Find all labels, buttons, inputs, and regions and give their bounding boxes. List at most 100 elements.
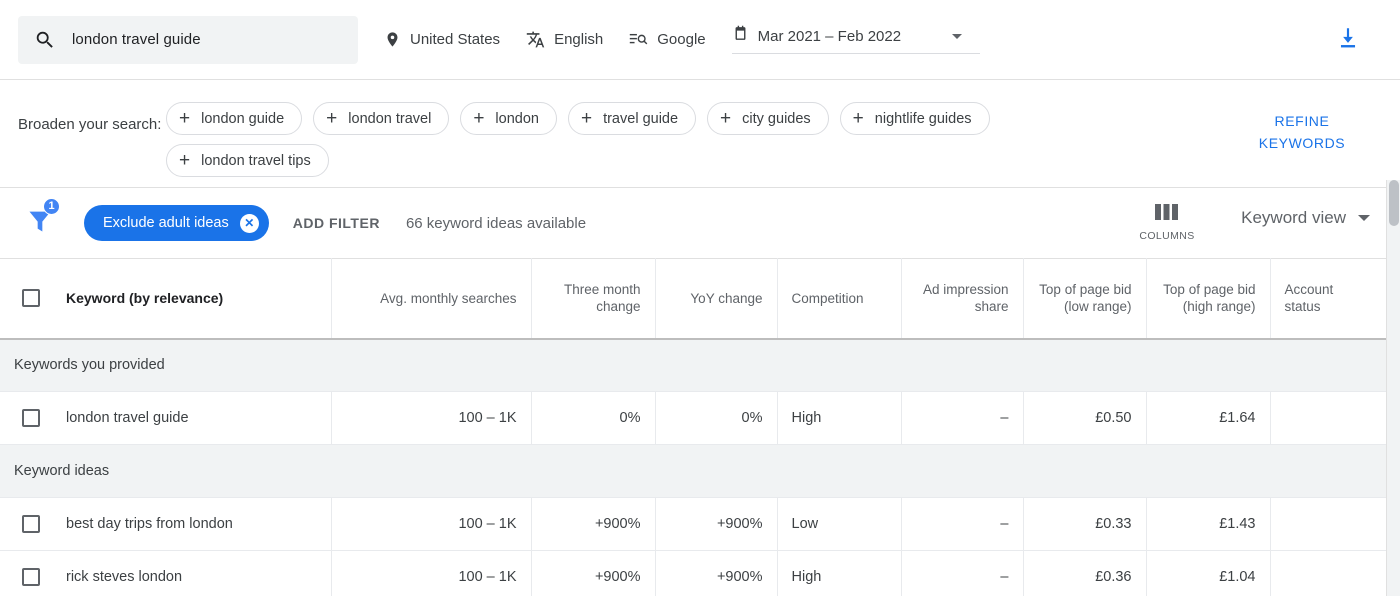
broaden-chip-label: london (495, 110, 539, 127)
top-search-bar: london travel guide United States Englis… (0, 0, 1400, 80)
cell-yoy-change: +900% (655, 497, 778, 551)
search-input[interactable]: london travel guide (18, 15, 358, 64)
add-filter-button[interactable]: ADD FILTER (293, 215, 380, 231)
cell-bid-low: £0.50 (1023, 391, 1147, 445)
column-header-avg-monthly-searches[interactable]: Avg. monthly searches (331, 258, 532, 340)
table-row[interactable]: rick steves london 100 – 1K +900% +900% … (0, 550, 1386, 596)
cell-keyword: rick steves london (0, 550, 332, 596)
broaden-chip[interactable]: + city guides (707, 102, 829, 135)
broaden-chip[interactable]: + london (460, 102, 557, 135)
broaden-chip-label: london guide (201, 110, 285, 127)
keyword-view-label: Keyword view (1241, 208, 1346, 227)
column-header-keyword[interactable]: Keyword (by relevance) (0, 258, 332, 340)
broaden-chip-label: travel guide (603, 110, 679, 127)
date-range-selector[interactable]: Mar 2021 – Feb 2022 (731, 21, 980, 58)
network-selector[interactable]: Google (629, 30, 706, 49)
date-range-label: Mar 2021 – Feb 2022 (757, 27, 902, 45)
broaden-chip-label: london travel tips (201, 152, 311, 169)
cell-bid-high: £1.04 (1146, 550, 1271, 596)
column-header-bid-high[interactable]: Top of page bid (high range) (1146, 258, 1271, 340)
calendar-icon (732, 25, 749, 47)
column-header-three-month-change[interactable]: Three month change (531, 258, 656, 340)
close-icon[interactable]: ✕ (239, 213, 259, 233)
keyword-label: london travel guide (66, 410, 189, 426)
cell-competition: High (777, 391, 902, 445)
broaden-chip[interactable]: + london travel tips (166, 144, 329, 177)
group-title-keyword-ideas: Keyword ideas (0, 444, 1386, 498)
column-header-ad-impression-share[interactable]: Ad impression share (901, 258, 1024, 340)
cell-three-month-change: 0% (531, 391, 656, 445)
location-pin-icon (384, 31, 401, 48)
broaden-chip-label: london travel (348, 110, 432, 127)
columns-label: COLUMNS (1139, 230, 1195, 242)
column-header-bid-low[interactable]: Top of page bid (low range) (1023, 258, 1147, 340)
column-header-keyword-label: Keyword (by relevance) (66, 289, 224, 306)
download-button[interactable] (1330, 22, 1366, 58)
columns-icon (1130, 202, 1204, 222)
cell-yoy-change: +900% (655, 550, 778, 596)
scrollbar-thumb[interactable] (1389, 180, 1399, 226)
filter-bar: 1 Exclude adult ideas ✕ ADD FILTER 66 ke… (0, 188, 1400, 258)
language-selector[interactable]: English (526, 30, 603, 49)
table-row[interactable]: best day trips from london 100 – 1K +900… (0, 497, 1386, 551)
broaden-chip[interactable]: + travel guide (567, 102, 697, 135)
keyword-table-container: Keyword (by relevance) Avg. monthly sear… (0, 258, 1400, 596)
broaden-search-label: Broaden your search: (18, 116, 162, 133)
cell-keyword: london travel guide (0, 391, 332, 445)
broaden-chip[interactable]: + london guide (166, 102, 303, 135)
table-group-header: Keywords you provided (0, 338, 1386, 392)
cell-yoy-change: 0% (655, 391, 778, 445)
cell-avg-monthly-searches: 100 – 1K (331, 497, 532, 551)
refine-keywords-button[interactable]: REFINE KEYWORDS (1242, 110, 1362, 154)
keyword-table: Keyword (by relevance) Avg. monthly sear… (0, 258, 1386, 596)
cell-ad-impression-share: – (901, 497, 1024, 551)
cell-competition: High (777, 550, 902, 596)
download-icon (1335, 25, 1361, 56)
broaden-chip[interactable]: + london travel (313, 102, 450, 135)
broaden-search-section: Broaden your search: + london guide + lond… (0, 80, 1400, 188)
broaden-chip-list: + london guide + london travel + london + tr… (166, 96, 1086, 177)
keyword-label: best day trips from london (66, 516, 233, 532)
vertical-scrollbar[interactable] (1386, 180, 1400, 596)
cell-ad-impression-share: – (901, 391, 1024, 445)
cell-bid-low: £0.33 (1023, 497, 1147, 551)
filter-button[interactable]: 1 (18, 197, 62, 240)
cell-three-month-change: +900% (531, 497, 656, 551)
row-checkbox[interactable] (22, 568, 40, 586)
cell-bid-high: £1.43 (1146, 497, 1271, 551)
table-row[interactable]: london travel guide 100 – 1K 0% 0% High … (0, 391, 1386, 445)
exclude-adult-ideas-filter-chip[interactable]: Exclude adult ideas ✕ (84, 205, 269, 241)
group-title-keywords-you-provided: Keywords you provided (0, 338, 1386, 392)
language-label: English (554, 31, 604, 48)
cell-ad-impression-share: – (901, 550, 1024, 596)
cell-bid-low: £0.36 (1023, 550, 1147, 596)
table-group-header: Keyword ideas (0, 444, 1386, 498)
cell-competition: Low (777, 497, 902, 551)
chevron-down-icon (1358, 215, 1370, 221)
column-header-account-status[interactable]: Account status (1270, 258, 1386, 340)
columns-button[interactable]: COLUMNS (1130, 202, 1204, 244)
row-checkbox[interactable] (22, 409, 40, 427)
cell-keyword: best day trips from london (0, 497, 332, 551)
cell-account-status (1270, 550, 1386, 596)
cell-three-month-change: +900% (531, 550, 656, 596)
cell-account-status (1270, 497, 1386, 551)
broaden-chip[interactable]: + nightlife guides (839, 102, 990, 135)
filter-count-badge: 1 (43, 197, 60, 215)
location-selector[interactable]: United States (384, 31, 500, 48)
column-header-yoy-change[interactable]: YoY change (655, 258, 778, 340)
cell-account-status (1270, 391, 1386, 445)
broaden-chip-label: nightlife guides (874, 110, 972, 127)
row-checkbox[interactable] (22, 515, 40, 533)
exclude-adult-ideas-label: Exclude adult ideas (103, 215, 229, 231)
search-network-icon (629, 30, 648, 49)
keyword-view-selector[interactable]: Keyword view (1241, 208, 1370, 228)
select-all-checkbox[interactable] (22, 289, 40, 308)
cell-avg-monthly-searches: 100 – 1K (331, 391, 532, 445)
column-header-competition[interactable]: Competition (777, 258, 902, 340)
translate-icon (526, 30, 545, 49)
search-icon (34, 29, 56, 51)
search-input-value: london travel guide (72, 31, 201, 48)
cell-bid-high: £1.64 (1146, 391, 1271, 445)
cell-avg-monthly-searches: 100 – 1K (331, 550, 532, 596)
